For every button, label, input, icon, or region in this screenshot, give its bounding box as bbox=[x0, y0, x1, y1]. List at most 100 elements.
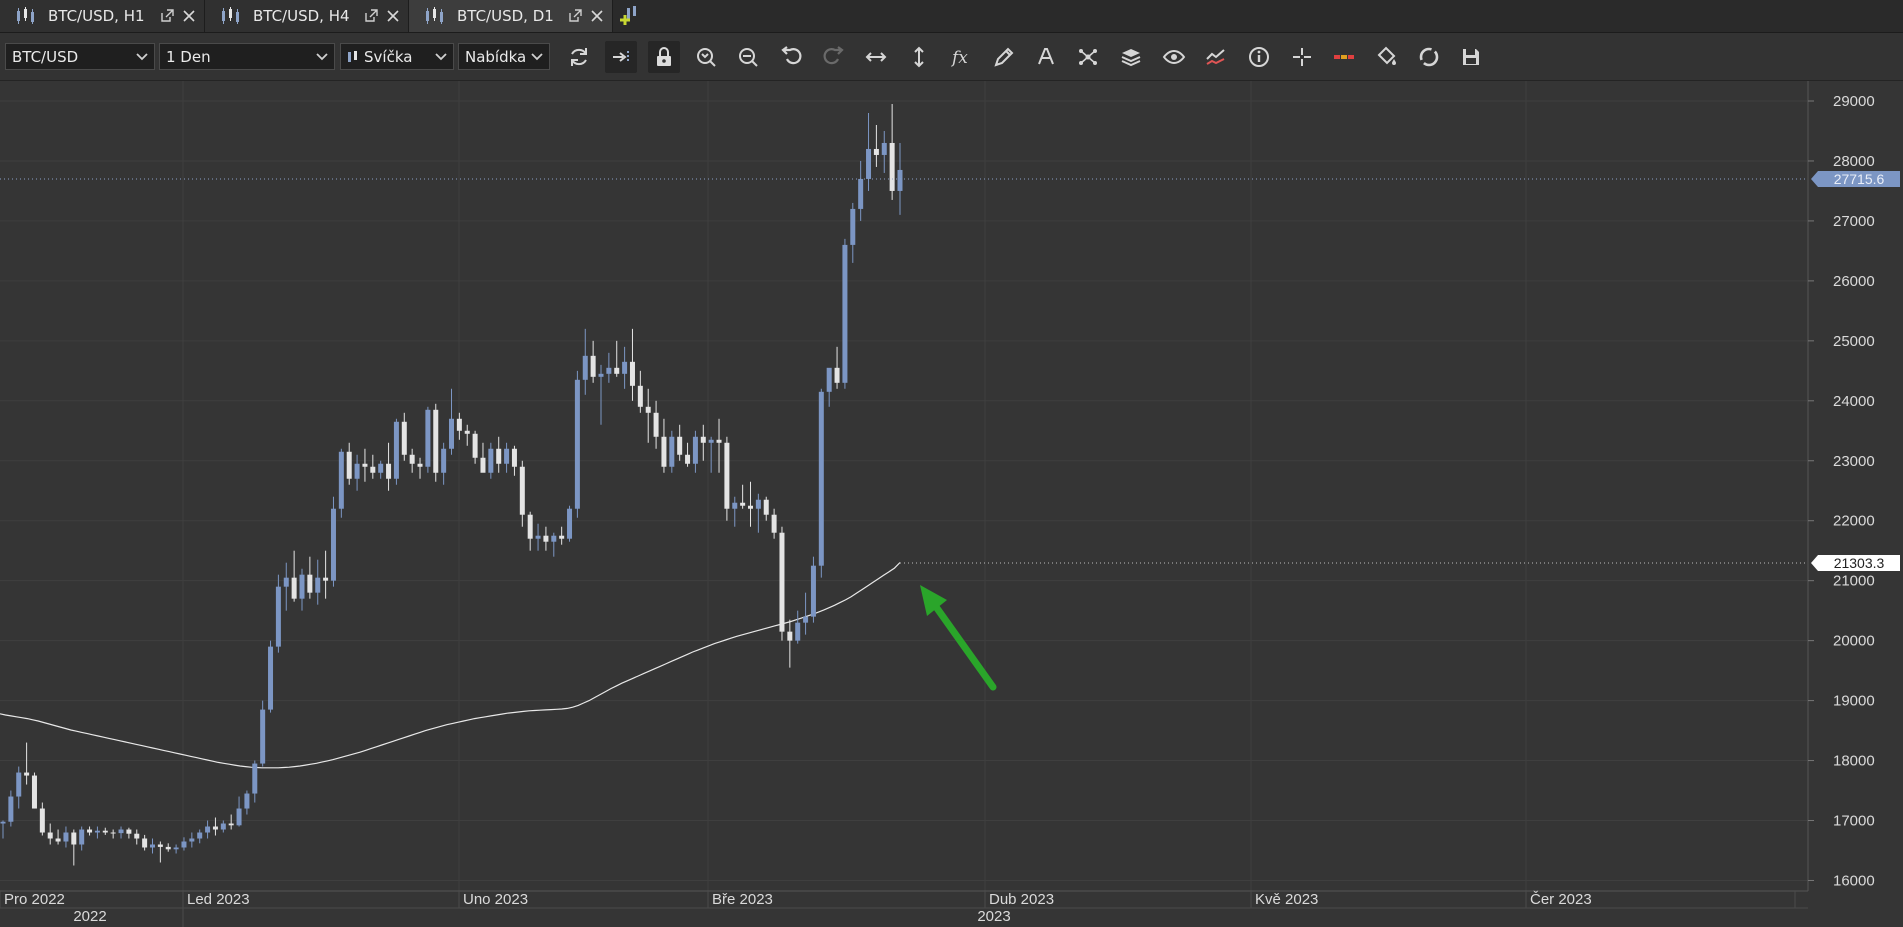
y-tick-label: 19000 bbox=[1833, 693, 1875, 710]
trade-levels-icon[interactable] bbox=[1328, 41, 1360, 73]
zoom-in-icon[interactable] bbox=[690, 41, 722, 73]
candle-body bbox=[480, 457, 486, 473]
candle-body bbox=[464, 430, 470, 434]
last-price-label: 27715.6 bbox=[1811, 171, 1900, 187]
candle-body bbox=[614, 367, 620, 374]
y-tick-label: 21000 bbox=[1833, 573, 1875, 590]
candle-body bbox=[275, 586, 281, 647]
candle-body bbox=[716, 439, 722, 443]
symbol-select[interactable]: BTC/USD bbox=[5, 43, 155, 70]
refresh-icon[interactable] bbox=[563, 41, 595, 73]
candle-body bbox=[205, 826, 211, 833]
candle-body bbox=[763, 499, 769, 515]
close-icon[interactable] bbox=[590, 9, 604, 23]
candlestick-icon bbox=[17, 7, 34, 24]
visibility-eye-icon[interactable] bbox=[1158, 41, 1190, 73]
candle-body bbox=[362, 463, 368, 467]
horizontal-scale-icon[interactable] bbox=[860, 41, 892, 73]
candle-body bbox=[590, 355, 596, 377]
price-chart[interactable]: 16000 17000 18000 19000 20000 21000 22000 23000… bbox=[0, 81, 1903, 927]
chart-style-select[interactable]: Svíčka bbox=[340, 43, 454, 70]
tab-btcusd-h1[interactable]: BTC/USD, H1 bbox=[0, 0, 205, 32]
zoom-out-icon[interactable] bbox=[732, 41, 764, 73]
candle-body bbox=[142, 838, 148, 848]
candle-body bbox=[87, 829, 93, 833]
candle-body bbox=[31, 775, 37, 809]
candle-body bbox=[449, 418, 454, 449]
candle-body bbox=[63, 832, 69, 842]
candle bbox=[818, 388, 824, 578]
indicators-fx-icon[interactable]: fx bbox=[946, 41, 978, 73]
tab-label: BTC/USD, H1 bbox=[48, 7, 145, 25]
crosshair-icon[interactable] bbox=[1286, 41, 1318, 73]
chevron-down-icon bbox=[136, 53, 148, 61]
candle-body bbox=[378, 463, 384, 473]
info-icon[interactable] bbox=[1243, 41, 1275, 73]
candle-body bbox=[291, 577, 297, 599]
text-tool-icon[interactable] bbox=[1030, 41, 1062, 73]
popout-icon[interactable] bbox=[568, 9, 582, 23]
y-tick-label: 26000 bbox=[1833, 273, 1875, 290]
candle-body bbox=[661, 436, 667, 467]
candle-body bbox=[645, 406, 651, 413]
month-label: Čer 2023 bbox=[1530, 891, 1592, 908]
timeframe-value: 1 Den bbox=[166, 47, 211, 66]
tab-bar: BTC/USD, H1 BTC/USD, H4 BTC/USD, D1 bbox=[0, 0, 1903, 33]
candle bbox=[669, 430, 675, 473]
candle-body bbox=[173, 847, 179, 850]
candlestick-icon bbox=[222, 7, 239, 24]
close-icon[interactable] bbox=[386, 9, 400, 23]
candle-body bbox=[346, 451, 352, 479]
undo-icon[interactable] bbox=[775, 41, 807, 73]
last-price-value: 27715.6 bbox=[1834, 171, 1885, 187]
candle-body bbox=[732, 502, 738, 509]
autoscroll-icon[interactable] bbox=[605, 41, 637, 73]
timeframe-select[interactable]: 1 Den bbox=[159, 43, 335, 70]
candle bbox=[31, 772, 37, 809]
y-tick-label: 20000 bbox=[1833, 633, 1875, 650]
candle-body bbox=[787, 631, 793, 641]
y-tick-label: 28000 bbox=[1833, 153, 1875, 170]
month-label: Led 2023 bbox=[187, 891, 250, 908]
draw-pencil-icon[interactable] bbox=[988, 41, 1020, 73]
compare-icon[interactable] bbox=[1200, 41, 1232, 73]
candle-body bbox=[323, 577, 329, 581]
time-axis[interactable] bbox=[0, 891, 1903, 927]
candle-body bbox=[315, 577, 321, 593]
candle-body bbox=[866, 148, 872, 179]
candle-body bbox=[212, 826, 218, 830]
candle-body bbox=[748, 505, 753, 509]
candle-body bbox=[16, 772, 22, 797]
candle-body bbox=[574, 379, 580, 509]
price-type-select[interactable]: Nabídka bbox=[458, 43, 550, 70]
candle-body bbox=[260, 709, 266, 764]
candle-body bbox=[409, 454, 415, 464]
close-icon[interactable] bbox=[182, 9, 196, 23]
candle-body bbox=[354, 463, 360, 479]
vertical-scale-icon[interactable] bbox=[903, 41, 935, 73]
candle-body bbox=[189, 838, 195, 842]
candle bbox=[268, 640, 274, 713]
sync-icon[interactable] bbox=[1413, 41, 1445, 73]
candle-body bbox=[779, 532, 785, 632]
candle-body bbox=[834, 367, 840, 383]
popout-icon[interactable] bbox=[364, 9, 378, 23]
fill-color-icon[interactable] bbox=[1371, 41, 1403, 73]
candle-body bbox=[842, 244, 848, 383]
candle-body bbox=[496, 448, 502, 464]
popout-icon[interactable] bbox=[160, 9, 174, 23]
save-icon[interactable] bbox=[1455, 41, 1487, 73]
object-tree-icon[interactable] bbox=[1072, 41, 1104, 73]
chevron-down-icon bbox=[435, 53, 447, 61]
tab-btcusd-h4[interactable]: BTC/USD, H4 bbox=[205, 0, 409, 32]
y-tick-label: 23000 bbox=[1833, 453, 1875, 470]
add-chart-icon[interactable] bbox=[618, 4, 642, 28]
layers-icon[interactable] bbox=[1115, 41, 1147, 73]
candle bbox=[393, 418, 399, 485]
candle-body bbox=[330, 508, 336, 581]
lock-icon[interactable] bbox=[648, 41, 680, 73]
candle-body bbox=[637, 385, 643, 407]
candle-body bbox=[606, 367, 612, 374]
redo-icon[interactable] bbox=[818, 41, 850, 73]
tab-btcusd-d1[interactable]: BTC/USD, D1 bbox=[409, 0, 613, 32]
